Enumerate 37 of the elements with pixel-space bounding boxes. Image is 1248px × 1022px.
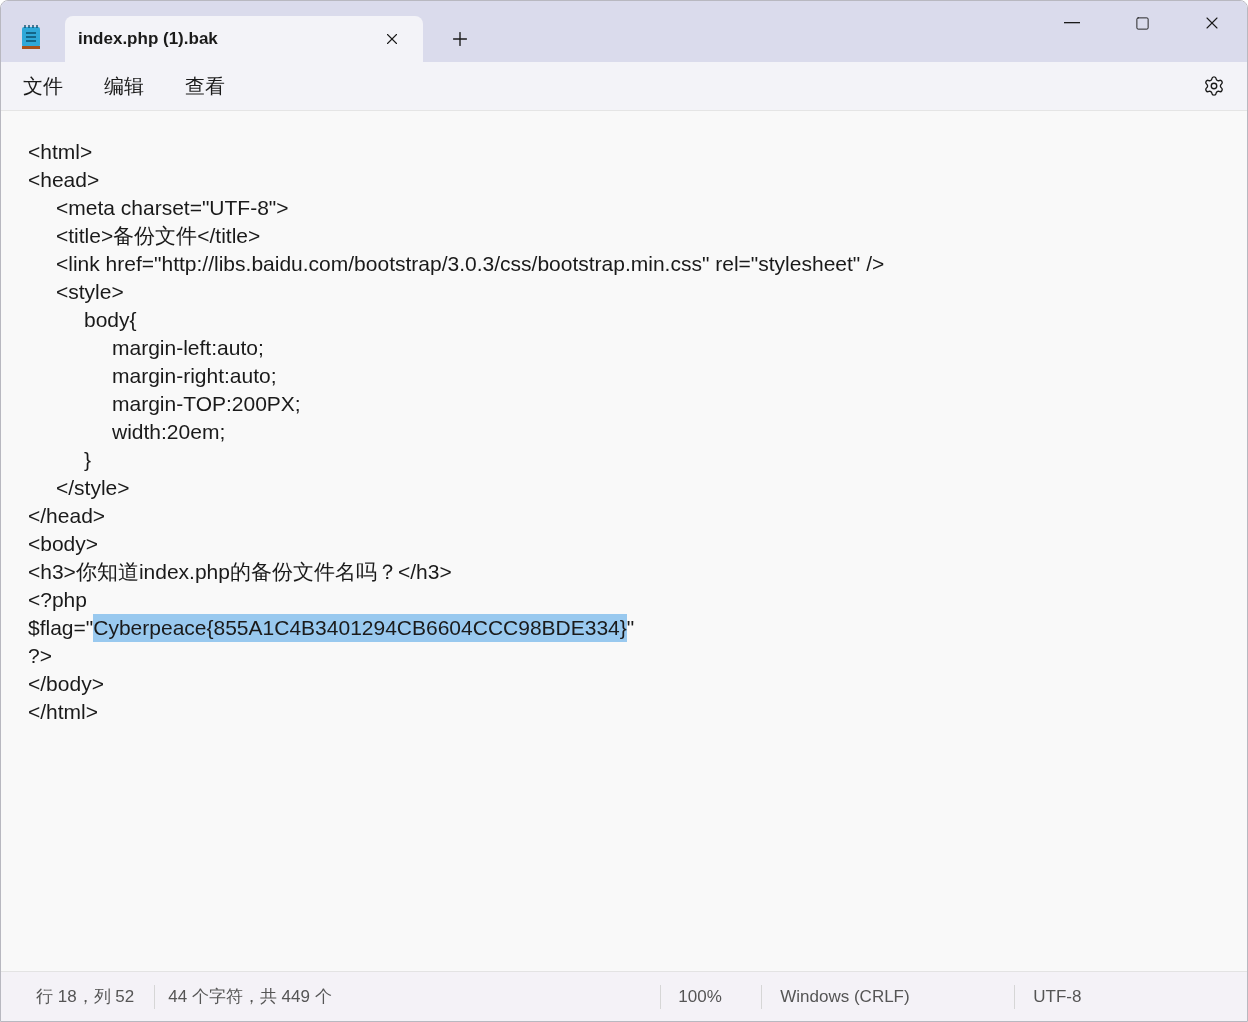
- minimize-icon: [1064, 22, 1080, 24]
- notepad-icon: [21, 24, 41, 50]
- menu-item[interactable]: 文件: [9, 67, 77, 105]
- code-line: margin-TOP:200PX;: [112, 392, 301, 415]
- zoom-level: 100%: [677, 985, 723, 1008]
- tab-title: index.php (1).bak: [78, 28, 219, 51]
- code-line: <body>: [28, 532, 99, 555]
- code-text: ": [626, 615, 635, 641]
- line-ending: Windows (CRLF): [779, 985, 911, 1008]
- code-text: $flag=": [28, 615, 94, 641]
- code-line: <title>备份文件</title>: [56, 224, 261, 247]
- code-line: </head>: [28, 504, 106, 527]
- code-line: <?php: [28, 588, 87, 611]
- code-line: body{: [84, 308, 137, 331]
- code-line: }: [84, 448, 91, 471]
- settings-icon: [1203, 75, 1225, 97]
- cursor-position: 行 18，列 52: [35, 985, 136, 1008]
- selected-text: Cyberpeace{855A1C4B3401294CB6604CCC98BDE334}: [93, 614, 627, 642]
- encoding: UTF-8: [1032, 985, 1082, 1008]
- code-line: ?>: [28, 644, 52, 667]
- file-tab[interactable]: index.php (1).bak: [65, 16, 423, 62]
- code-line: <link href="http://libs.baidu.com/bootstrap/3.0.3/css/bootstrap.min.css" rel="stylesheet" />: [56, 252, 885, 275]
- code-line: </html>: [28, 700, 99, 723]
- code-line: </body>: [28, 672, 104, 695]
- maximize-icon: [1134, 15, 1150, 31]
- code-line: <style>: [56, 280, 124, 303]
- code-line: margin-left:auto;: [112, 336, 264, 359]
- code-line: margin-right:auto;: [112, 364, 277, 387]
- code-line: <meta charset="UTF-8">: [56, 196, 289, 219]
- menu-item[interactable]: 查看: [171, 67, 239, 105]
- character-count: 44 个字符，共 449 个: [167, 985, 333, 1008]
- code-line: <html>: [28, 140, 93, 163]
- menu-item[interactable]: 编辑: [90, 67, 158, 105]
- code-line: </style>: [56, 476, 130, 499]
- code-line: <head>: [28, 168, 100, 191]
- code-line: width:20em;: [112, 420, 226, 443]
- code-line: <h3>你知道index.php的备份文件名吗？</h3>: [28, 560, 452, 583]
